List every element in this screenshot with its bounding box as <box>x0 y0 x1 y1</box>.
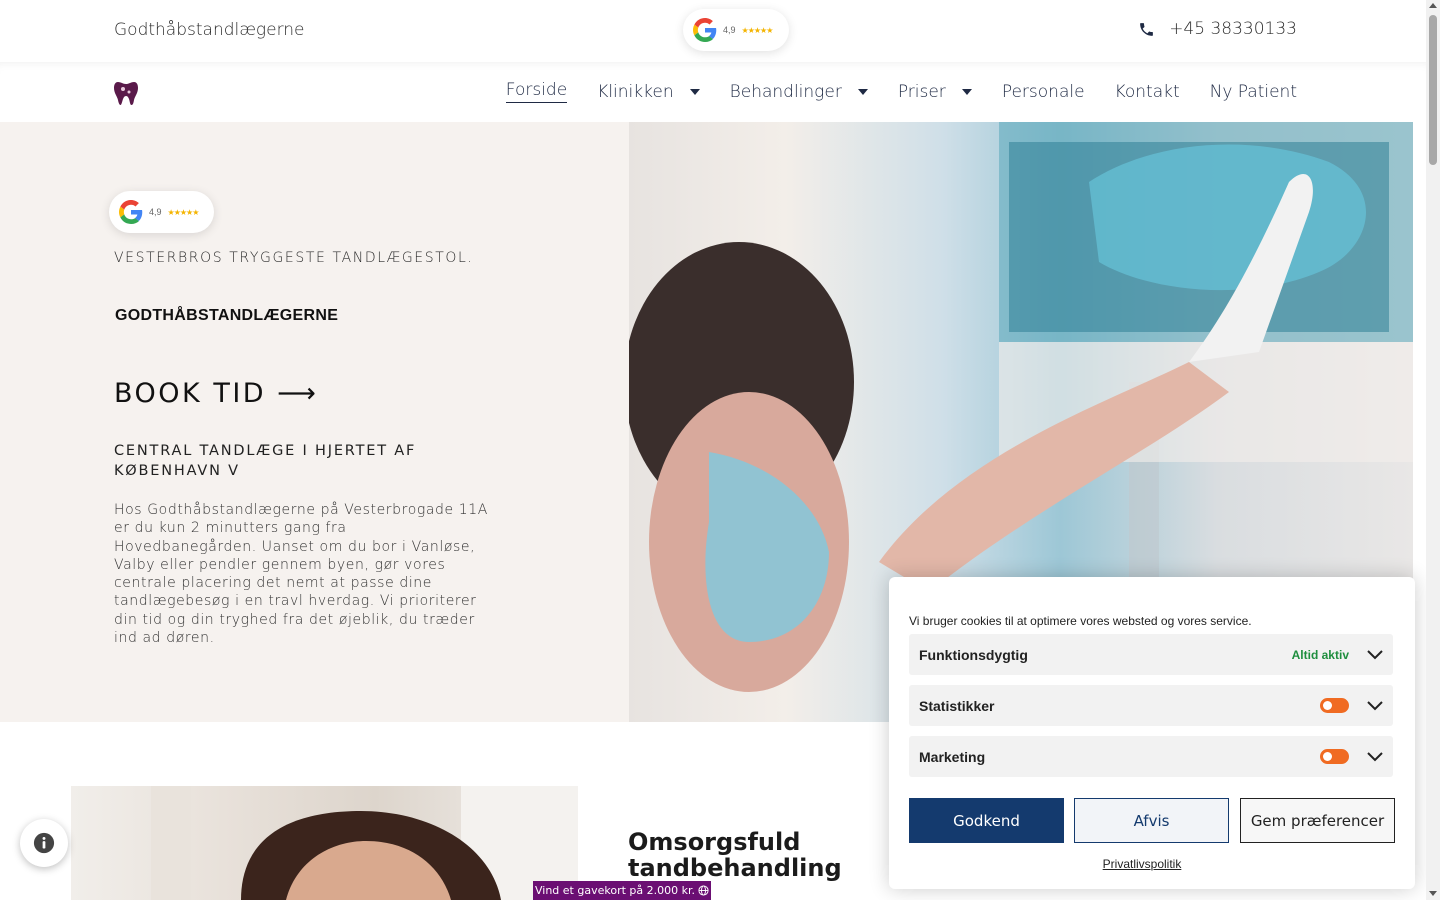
nav-label: Behandlinger <box>729 81 842 102</box>
chevron-down-icon[interactable] <box>1367 751 1383 762</box>
page-scrollbar[interactable] <box>1426 0 1440 900</box>
scroll-down-arrow-icon[interactable] <box>1429 891 1437 896</box>
chevron-down-icon[interactable] <box>1367 700 1383 711</box>
accept-button[interactable]: Godkend <box>909 798 1064 843</box>
cookie-category-functional[interactable]: Funktionsdygtig Altid aktiv <box>909 634 1393 675</box>
nav-label: Personale <box>1001 81 1085 102</box>
book-appointment-link[interactable]: BOOK TID ⟶ <box>114 378 318 409</box>
caret-down-icon[interactable] <box>689 88 700 95</box>
rating-value: 4,9 <box>723 25 736 35</box>
phone-icon <box>1140 22 1154 36</box>
hero-paragraph: Hos Godthåbstandlægerne på Vesterbrogade… <box>114 502 488 647</box>
top-bar: Godthåbstandlægerne 4,9 ★★★★★ +45 383301… <box>0 0 1426 62</box>
globe-icon <box>698 885 709 896</box>
category-label: Marketing <box>919 748 986 765</box>
cookie-category-marketing[interactable]: Marketing <box>909 736 1393 777</box>
rating-value: 4,9 <box>149 207 162 217</box>
cookie-message: Vi bruger cookies til at optimere vores … <box>909 614 1252 628</box>
google-logo-icon <box>693 18 717 42</box>
nav-menu: Forside Klinikken Behandlinger Priser Pe… <box>476 80 1297 103</box>
nav-item-personale[interactable]: Personale <box>1002 80 1085 103</box>
hero-eyebrow: VESTERBROS TRYGGESTE TANDLÆGESTOL. <box>114 250 474 266</box>
phone-number: +45 38330133 <box>1169 19 1297 39</box>
caret-down-icon[interactable] <box>857 88 868 95</box>
nav-label: Priser <box>897 81 946 102</box>
caret-down-icon[interactable] <box>961 88 972 95</box>
nav-label: Kontakt <box>1114 81 1180 102</box>
clinic-logo-icon[interactable] <box>114 80 138 106</box>
privacy-policy-link[interactable]: Privatlivspolitik <box>889 857 1395 871</box>
chevron-down-icon[interactable] <box>1367 649 1383 660</box>
nav-item-kontakt[interactable]: Kontakt <box>1115 80 1180 103</box>
nav-item-behandlinger[interactable]: Behandlinger <box>730 80 868 103</box>
info-button[interactable] <box>20 819 68 867</box>
section-title: Omsorgsfuld tandbehandling <box>628 828 842 882</box>
rating-stars: ★★★★★ <box>741 25 774 35</box>
nav-label: Ny Patient <box>1209 81 1297 102</box>
hero-brand: GODTHÅBSTANDLÆGERNE <box>115 307 339 324</box>
nav-label: Klinikken <box>597 81 674 102</box>
brand-name[interactable]: Godthåbstandlægerne <box>114 20 305 40</box>
statistics-toggle[interactable] <box>1320 698 1349 713</box>
gift-card-banner[interactable]: Vind et gavekort på 2.000 kr. <box>533 881 711 900</box>
phone-contact[interactable]: +45 38330133 <box>1138 19 1297 39</box>
always-active-label: Altid aktiv <box>1291 647 1349 662</box>
dentist-portrait <box>71 786 578 900</box>
portrait-image <box>151 786 578 900</box>
category-label: Statistikker <box>919 697 995 714</box>
nav-item-ny-patient[interactable]: Ny Patient <box>1210 80 1297 103</box>
hero-subheading: CENTRAL TANDLÆGE I HJERTET AF KØBENHAVN … <box>114 443 417 479</box>
rating-stars: ★★★★★ <box>167 207 200 217</box>
google-rating-badge[interactable]: 4,9 ★★★★★ <box>683 9 789 51</box>
deny-button[interactable]: Afvis <box>1074 798 1229 843</box>
google-logo-icon <box>119 200 143 224</box>
save-preferences-button[interactable]: Gem præferencer <box>1240 798 1395 843</box>
scroll-up-arrow-icon[interactable] <box>1429 3 1437 8</box>
nav-item-klinikken[interactable]: Klinikken <box>597 80 700 103</box>
main-navigation: Forside Klinikken Behandlinger Priser Pe… <box>0 62 1426 122</box>
scroll-thumb[interactable] <box>1429 15 1437 165</box>
info-icon <box>33 832 55 854</box>
nav-item-priser[interactable]: Priser <box>898 80 972 103</box>
nav-item-forside[interactable]: Forside <box>505 80 568 103</box>
category-label: Funktionsdygtig <box>919 646 1028 663</box>
cookie-consent-dialog: Vi bruger cookies til at optimere vores … <box>889 577 1415 889</box>
gift-card-text: Vind et gavekort på 2.000 kr. <box>535 884 695 897</box>
google-rating-badge-hero[interactable]: 4,9 ★★★★★ <box>109 191 214 233</box>
nav-label: Forside <box>505 80 568 103</box>
cookie-category-statistics[interactable]: Statistikker <box>909 685 1393 726</box>
marketing-toggle[interactable] <box>1320 749 1349 764</box>
